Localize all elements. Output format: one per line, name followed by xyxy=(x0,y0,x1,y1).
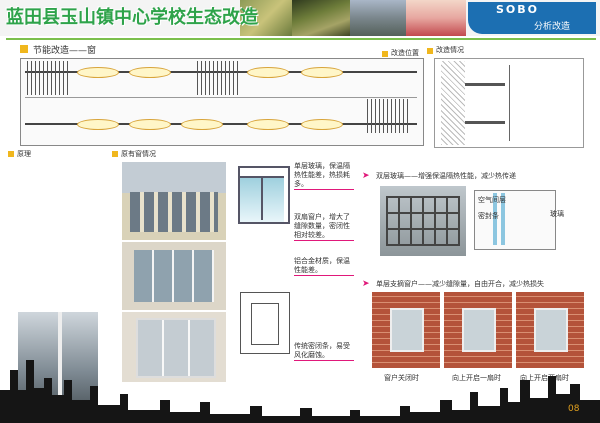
window-note-1: 单层玻璃，保温隔热性能差，热损耗多。 xyxy=(294,162,354,190)
plan-window xyxy=(77,119,119,130)
plan-corridor xyxy=(25,97,417,98)
principle-title: 原理 xyxy=(17,150,31,158)
tag-bullet xyxy=(427,48,433,54)
tag-bullet xyxy=(382,51,388,57)
single-sash-caption: 单层支摘窗户——减少缝隙量，自由开合，减少热损失 xyxy=(376,280,544,288)
brand-logo: SOBO xyxy=(496,3,540,16)
floor-plan xyxy=(20,58,424,146)
label-air-gap: 空气间层 xyxy=(478,196,506,204)
tag-position: 改造位置 xyxy=(391,49,419,57)
window-profile-section xyxy=(240,292,290,354)
plan-window xyxy=(301,119,343,130)
window-mullion xyxy=(261,176,263,220)
principle-text xyxy=(20,162,102,292)
section-title: 节能改造——窗 xyxy=(33,46,97,56)
plan-stair-middle xyxy=(197,61,239,95)
arrow-icon: ➤ xyxy=(362,279,370,289)
plan-window xyxy=(247,119,289,130)
window-elevation xyxy=(238,166,290,224)
building-photo xyxy=(122,162,226,240)
header-photo-2 xyxy=(292,0,350,36)
header-photo-3 xyxy=(350,0,406,36)
glazing-grid xyxy=(386,196,460,246)
sill xyxy=(465,121,505,124)
sash xyxy=(462,308,496,352)
building-windows xyxy=(130,192,218,232)
plan-window xyxy=(129,67,171,78)
section-bullet xyxy=(8,151,14,157)
label-glass: 玻璃 xyxy=(550,210,564,218)
annotation-lines xyxy=(509,65,554,141)
sill xyxy=(465,83,505,86)
existing-window-title: 原有窗情况 xyxy=(121,150,156,158)
wall-hatch xyxy=(441,61,465,145)
plan-window xyxy=(129,119,171,130)
section-bullet xyxy=(112,151,118,157)
window-note-2: 双扇窗户，增大了缝隙数量，密闭性相对较差。 xyxy=(294,213,354,241)
plan-window xyxy=(181,119,223,130)
brand-label: 分析改造 xyxy=(534,22,571,32)
plan-stair-left xyxy=(27,61,69,95)
plan-stair-right xyxy=(367,99,411,133)
sash xyxy=(390,308,424,352)
plan-window xyxy=(77,67,119,78)
plan-window xyxy=(247,67,289,78)
section-bullet xyxy=(20,45,28,53)
double-glazing-photo xyxy=(380,186,466,256)
label-seal: 密封条 xyxy=(478,212,499,220)
profile-frame xyxy=(251,303,279,345)
wall-section-drawing xyxy=(434,58,584,148)
window-photo-2 xyxy=(122,242,226,310)
header-divider xyxy=(6,38,596,40)
sash xyxy=(534,308,568,352)
window-glass xyxy=(134,250,214,302)
city-skyline xyxy=(0,360,600,423)
page-number: 08 xyxy=(568,404,580,414)
header-photo-4 xyxy=(406,0,466,36)
double-glazing-caption: 双层玻璃——增强保温隔热性能，减少热传递 xyxy=(376,172,516,180)
tag-situation: 改造情况 xyxy=(436,46,464,54)
plan-window xyxy=(301,67,343,78)
page-title: 蓝田县玉山镇中心学校生态改造 xyxy=(6,7,258,28)
window-note-3: 铝合金材质，保温性能差。 xyxy=(294,257,354,276)
arrow-icon: ➤ xyxy=(362,171,370,181)
